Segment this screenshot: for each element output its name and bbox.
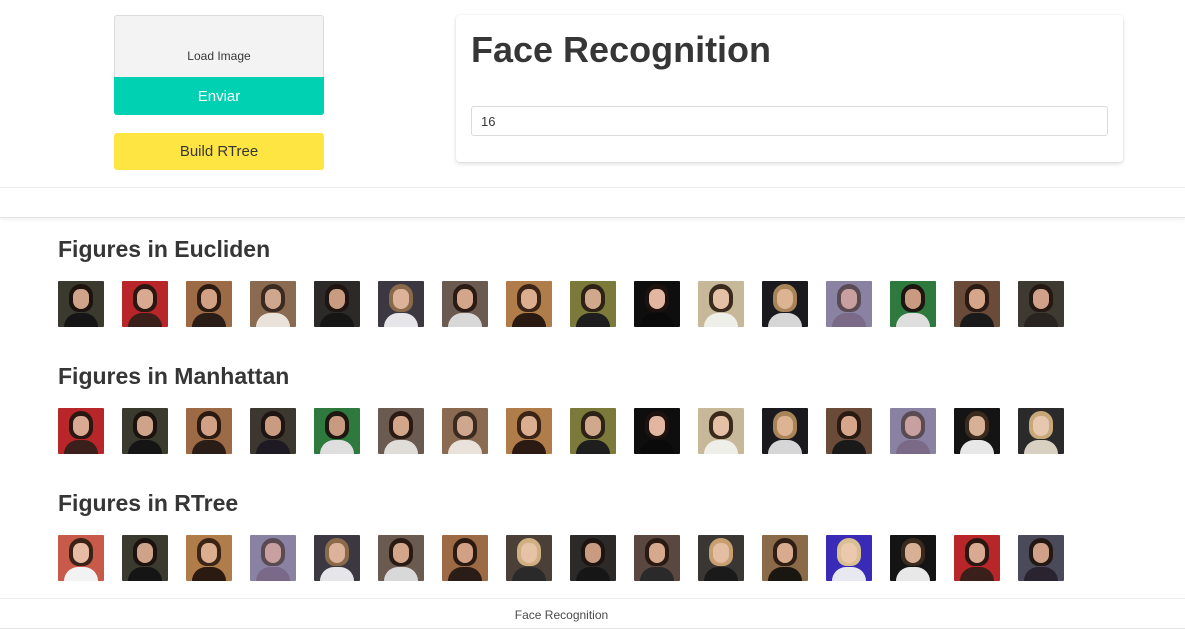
- section-title-eucliden: Figures in Eucliden: [58, 236, 271, 262]
- face-thumbnail: [698, 408, 744, 454]
- face-thumbnail: [378, 408, 424, 454]
- face-thumbnail: [954, 535, 1000, 581]
- face-thumbnail: [506, 408, 552, 454]
- face-thumbnail: [1018, 281, 1064, 327]
- face-thumbnail: [762, 535, 808, 581]
- face-thumbnail: [58, 535, 104, 581]
- face-thumbnail: [954, 281, 1000, 327]
- build-rtree-button[interactable]: Build RTree: [114, 133, 324, 170]
- face-thumbnail: [442, 408, 488, 454]
- face-thumbnail: [250, 535, 296, 581]
- face-thumbnail: [58, 281, 104, 327]
- face-thumbnail: [250, 408, 296, 454]
- face-thumbnail: [314, 281, 360, 327]
- face-thumbnail: [698, 281, 744, 327]
- face-thumbnail: [122, 281, 168, 327]
- k-neighbors-input[interactable]: [471, 106, 1108, 136]
- face-thumbnail: [634, 281, 680, 327]
- top-section: Load Image Enviar Build RTree Face Recog…: [0, 0, 1185, 188]
- face-thumbnail: [506, 535, 552, 581]
- face-thumbnail: [506, 281, 552, 327]
- footer-divider: [0, 628, 1185, 629]
- section-title-rtree: Figures in RTree: [58, 490, 239, 516]
- face-thumbnail: [378, 281, 424, 327]
- query-card: Face Recognition: [456, 15, 1123, 162]
- page-title: Face Recognition: [471, 29, 772, 70]
- face-thumbnail: [58, 408, 104, 454]
- footer: Face Recognition: [0, 598, 1185, 630]
- face-thumbnail: [442, 281, 488, 327]
- face-thumbnail: [570, 408, 616, 454]
- result-row-rtree: [58, 535, 1068, 581]
- submit-button[interactable]: Enviar: [114, 77, 324, 115]
- face-thumbnail: [314, 408, 360, 454]
- load-image-dropzone[interactable]: Load Image: [114, 15, 324, 77]
- divider-band: [0, 188, 1185, 218]
- face-thumbnail: [890, 281, 936, 327]
- face-thumbnail: [1018, 535, 1064, 581]
- face-thumbnail: [442, 535, 488, 581]
- face-thumbnail: [634, 408, 680, 454]
- face-thumbnail: [570, 535, 616, 581]
- face-thumbnail: [378, 535, 424, 581]
- face-thumbnail: [570, 281, 616, 327]
- face-thumbnail: [186, 535, 232, 581]
- face-thumbnail: [698, 535, 744, 581]
- result-row-eucliden: [58, 281, 1068, 327]
- face-thumbnail: [890, 535, 936, 581]
- footer-text: Face Recognition: [514, 608, 609, 622]
- face-thumbnail: [1018, 408, 1064, 454]
- face-thumbnail: [826, 535, 872, 581]
- face-thumbnail: [186, 281, 232, 327]
- result-row-manhattan: [58, 408, 1068, 454]
- face-thumbnail: [186, 408, 232, 454]
- face-thumbnail: [826, 408, 872, 454]
- face-thumbnail: [762, 281, 808, 327]
- face-thumbnail: [890, 408, 936, 454]
- upload-controls: Load Image Enviar Build RTree: [114, 15, 324, 170]
- face-thumbnail: [762, 408, 808, 454]
- face-thumbnail: [954, 408, 1000, 454]
- load-image-label: Load Image: [187, 49, 251, 63]
- face-thumbnail: [314, 535, 360, 581]
- face-thumbnail: [122, 535, 168, 581]
- face-thumbnail: [122, 408, 168, 454]
- face-thumbnail: [250, 281, 296, 327]
- face-thumbnail: [826, 281, 872, 327]
- face-thumbnail: [634, 535, 680, 581]
- section-title-manhattan: Figures in Manhattan: [58, 363, 290, 389]
